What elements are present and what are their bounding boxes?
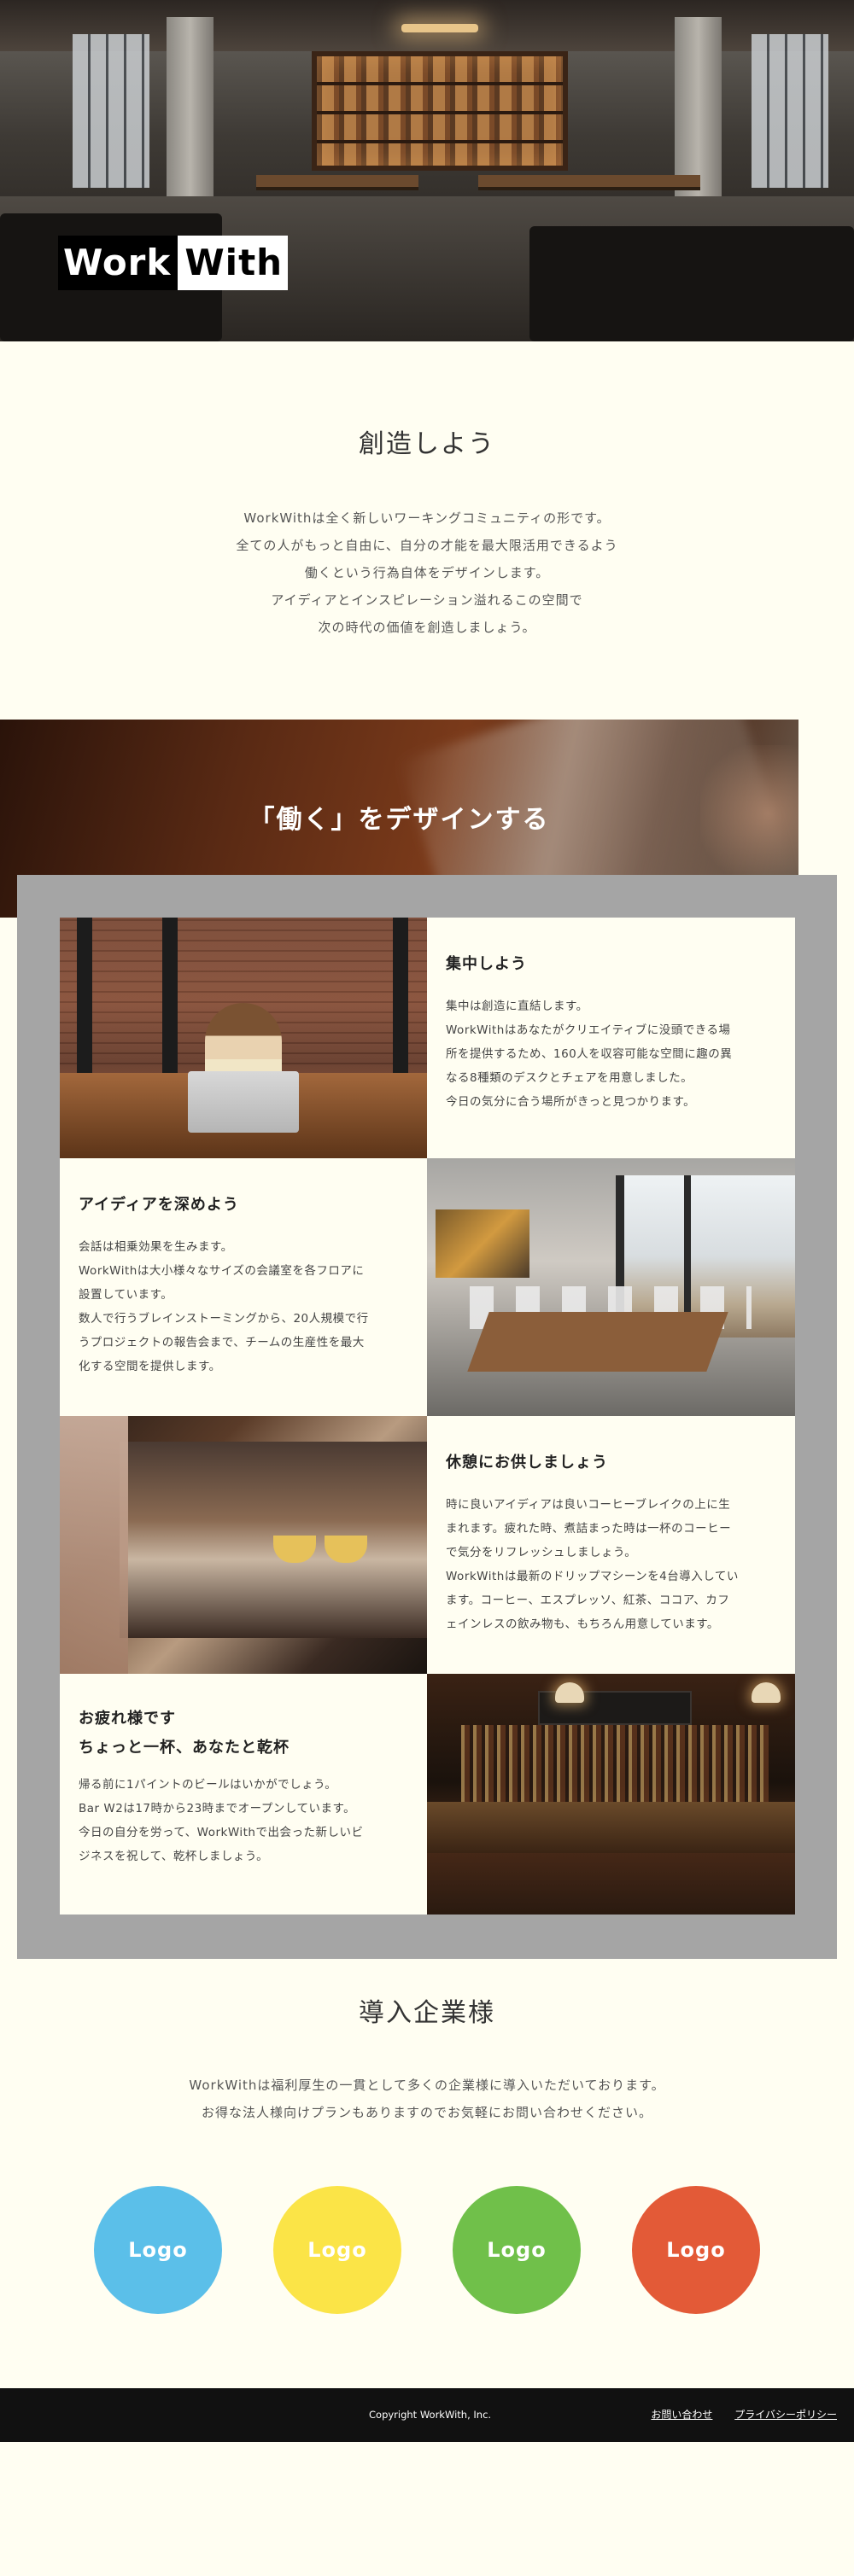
hero-sofa (529, 226, 854, 341)
feature-title-line: お疲れ様です (79, 1710, 176, 1728)
features-grid: 集中しよう 集中は創造に直結します。 WorkWithはあなたがクリエイティブに… (60, 918, 795, 1915)
feature-body: 集中は創造に直結します。 WorkWithはあなたがクリエイティブに没頭できる場… (446, 994, 776, 1114)
feature-title: アイディアを深めよう (79, 1191, 408, 1220)
pendant-lamp (752, 1682, 781, 1703)
focus-photo (60, 918, 427, 1158)
intro-line: 全ての人がもっと自由に、自分の才能を最大限活用できるよう (236, 538, 618, 553)
feature-body-line: Bar W2は17時から23時までオープンしています。 (79, 1802, 356, 1815)
feature-body: 時に良いアイディアは良いコーヒーブレイクの上に生 まれます。疲れた時、煮詰まった… (446, 1493, 776, 1636)
feature-body-line: なる8種類のデスクとチェアを用意しました。 (446, 1071, 693, 1085)
feature-body: 会話は相乗効果を生みます。 WorkWithは大小様々なサイズの会議室を各フロア… (79, 1235, 408, 1378)
feature-body-line: まれます。疲れた時、煮詰まった時は一杯のコーヒー (446, 1522, 732, 1536)
intro-line: 次の時代の価値を創造しましょう。 (318, 620, 536, 635)
hero-window-right (752, 34, 828, 188)
hero-pillar (675, 17, 722, 196)
feature-body-line: 帰る前に1パイントのビールはいかがでしょう。 (79, 1778, 337, 1792)
barista-arm (60, 1416, 128, 1674)
feature-body-line: 集中は創造に直結します。 (446, 1000, 588, 1013)
clients-text: WorkWithは福利厚生の一貫として多くの企業様に導入いただいております。 お… (0, 2072, 854, 2126)
contact-link[interactable]: お問い合わせ (651, 2409, 712, 2421)
feature-body-line: WorkWithはあなたがクリエイティブに没頭できる場 (446, 1023, 731, 1037)
window-frame (77, 918, 92, 1088)
design-title: 「働く」をデザインする (249, 805, 550, 835)
feature-title-line: 集中しよう (446, 955, 527, 973)
intro-line: 働くという行為自体をデザインします。 (304, 565, 550, 580)
client-logo-label: Logo (128, 2238, 188, 2262)
bar-counter (427, 1802, 795, 1853)
bottle-shelf (461, 1725, 769, 1802)
feature-body-line: 会話は相乗効果を生みます。 (79, 1240, 233, 1254)
intro-section: 創造しよう WorkWithは全く新しいワーキングコミュニティの形です。 全ての… (0, 341, 854, 720)
client-logo[interactable]: Logo (273, 2186, 401, 2314)
pendant-lamp (555, 1682, 584, 1703)
logo-word-work: Work (58, 236, 178, 290)
logo-word-with: With (178, 236, 289, 290)
site-footer: Copyright WorkWith, Inc. お問い合わせ プライバシーポリ… (0, 2388, 854, 2442)
feature-card-ideas: アイディアを深めよう 会話は相乗効果を生みます。 WorkWithは大小様々なサ… (60, 1158, 427, 1416)
laptop (188, 1071, 299, 1133)
client-logo-label: Logo (307, 2238, 367, 2262)
feature-body-line: ェインレスの飲み物も、もちろん用意しています。 (446, 1617, 719, 1631)
clients-title: 導入企業様 (359, 1998, 495, 2028)
copyright-text: Copyright WorkWith, Inc. (369, 2409, 492, 2421)
client-logo-label: Logo (666, 2238, 726, 2262)
feature-body-line: WorkWithは最新のドリップマシーンを4台導入してい (446, 1570, 739, 1583)
feature-body-line: 所を提供するため、160人を収容可能な空間に趣の異 (446, 1047, 733, 1061)
coffee-photo (60, 1416, 427, 1674)
feature-card-coffee: 休憩にお供しましょう 時に良いアイディアは良いコーヒーブレイクの上に生 まれます… (427, 1416, 795, 1674)
intro-line: WorkWithは全く新しいワーキングコミュニティの形です。 (243, 510, 611, 526)
window-frame (393, 918, 408, 1088)
feature-body-line: 化する空間を提供します。 (79, 1360, 221, 1373)
footer-links: お問い合わせ プライバシーポリシー (632, 2388, 837, 2442)
feature-card-focus: 集中しよう 集中は創造に直結します。 WorkWithはあなたがクリエイティブに… (427, 918, 795, 1158)
hero-window-left (73, 34, 149, 188)
feature-title: 休憩にお供しましょう (446, 1448, 776, 1477)
feature-title: お疲れ様です ちょっと一杯、あなたと乾杯 (79, 1705, 408, 1763)
client-logo[interactable]: Logo (453, 2186, 581, 2314)
intro-line: アイディアとインスピレーション溢れるこの空間で (271, 592, 583, 608)
hero-image: Work With (0, 0, 854, 341)
wall-art (436, 1209, 529, 1278)
feature-body-line: ジネスを祝して、乾杯しましょう。 (79, 1850, 269, 1863)
feature-title: 集中しよう (446, 950, 776, 979)
clients-section: 導入企業様 WorkWithは福利厚生の一貫として多くの企業様に導入いただいてお… (0, 1920, 854, 2388)
feature-body-line: ます。コーヒー、エスプレッソ、紅茶、ココア、カフ (446, 1594, 730, 1607)
meeting-room-photo (427, 1158, 795, 1416)
meeting-table (467, 1312, 728, 1372)
bar-photo (427, 1674, 795, 1915)
feature-body-line: 設置しています。 (79, 1288, 173, 1302)
client-logo[interactable]: Logo (94, 2186, 222, 2314)
feature-body-line: 数人で行うブレインストーミングから、20人規模で行 (79, 1312, 369, 1326)
hero-bookshelf (312, 51, 568, 171)
feature-title-line: ちょっと一杯、あなたと乾杯 (79, 1739, 290, 1757)
feature-title-line: 休憩にお供しましょう (446, 1454, 608, 1472)
feature-card-bar: お疲れ様です ちょっと一杯、あなたと乾杯 帰る前に1パイントのビールはいかがでし… (60, 1674, 427, 1915)
clients-line: お得な法人様向けプランもありますのでお気軽にお問い合わせください。 (201, 2105, 652, 2120)
client-logo[interactable]: Logo (632, 2186, 760, 2314)
hero-table (478, 175, 700, 187)
privacy-policy-link[interactable]: プライバシーポリシー (734, 2409, 837, 2421)
client-logos: Logo Logo Logo Logo (0, 2186, 854, 2314)
feature-body-line: 今日の自分を労って、WorkWithで出会った新しいビ (79, 1826, 364, 1839)
feature-body-line: うプロジェクトの報告会まで、チームの生産性を最大 (79, 1336, 365, 1349)
site-logo[interactable]: Work With (58, 236, 289, 290)
hero-lamp (401, 24, 478, 32)
features-panel: 集中しよう 集中は創造に直結します。 WorkWithはあなたがクリエイティブに… (17, 875, 837, 1959)
hero-pillar (167, 17, 214, 196)
client-logo-label: Logo (487, 2238, 547, 2262)
hero-table (256, 175, 418, 187)
features-section: 集中しよう 集中は創造に直結します。 WorkWithはあなたがクリエイティブに… (0, 875, 854, 1959)
feature-body-line: 今日の気分に合う場所がきっと見つかります。 (446, 1095, 696, 1109)
feature-body-line: 時に良いアイディアは良いコーヒーブレイクの上に生 (446, 1498, 731, 1512)
feature-body: 帰る前に1パイントのビールはいかがでしょう。 Bar W2は17時から23時まで… (79, 1773, 408, 1868)
intro-text: WorkWithは全く新しいワーキングコミュニティの形です。 全ての人がもっと自… (0, 504, 854, 641)
feature-body-line: で気分をリフレッシュしましょう。 (446, 1546, 637, 1559)
clients-line: WorkWithは福利厚生の一貫として多くの企業様に導入いただいております。 (189, 2078, 665, 2093)
intro-title: 創造しよう (359, 429, 495, 459)
feature-title-line: アイディアを深めよう (79, 1196, 239, 1214)
window-frame (162, 918, 178, 1088)
feature-body-line: WorkWithは大小様々なサイズの会議室を各フロアに (79, 1264, 365, 1278)
